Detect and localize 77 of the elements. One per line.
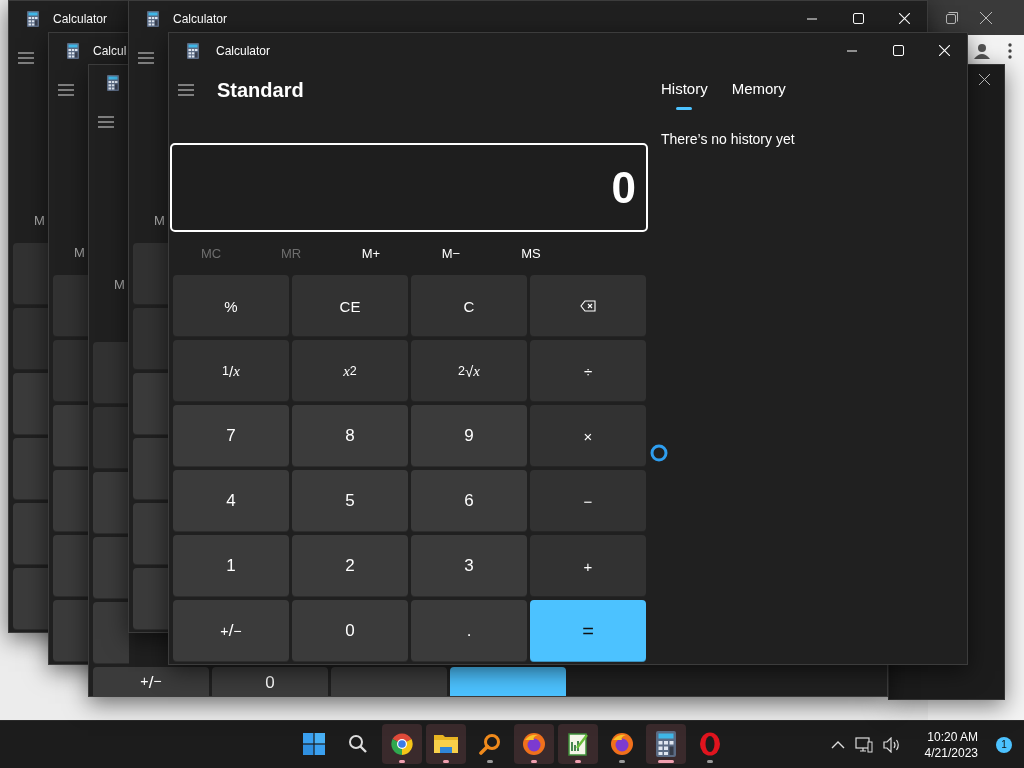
calculator-icon xyxy=(187,42,199,59)
restore-icon[interactable] xyxy=(946,11,958,24)
close-icon[interactable] xyxy=(979,74,990,85)
maximize-icon[interactable] xyxy=(892,45,904,56)
panel-tab[interactable]: Memory xyxy=(731,68,786,110)
calculator-icon xyxy=(147,10,159,27)
clock[interactable]: 10:20 AM 4/21/2023 xyxy=(924,728,978,761)
network-icon[interactable] xyxy=(854,736,873,753)
menu-icon[interactable] xyxy=(178,84,194,96)
browser-icon xyxy=(610,732,634,756)
empty-history-message: There’s no history yet xyxy=(661,130,796,148)
menu-icon[interactable] xyxy=(18,52,34,64)
window-title: Calculator xyxy=(173,11,228,26)
key-button[interactable]: C xyxy=(411,275,527,337)
mode-title: Standard xyxy=(217,78,304,102)
start-icon xyxy=(303,733,325,755)
person-icon[interactable] xyxy=(974,43,990,59)
key-button[interactable]: . xyxy=(411,600,527,662)
taskbar-button[interactable] xyxy=(514,724,554,764)
memory-button[interactable]: M− xyxy=(411,238,491,268)
panel-tab[interactable]: History xyxy=(661,68,708,110)
browser-icon xyxy=(390,732,414,756)
minimize-icon[interactable] xyxy=(847,49,857,52)
key-button[interactable]: 6 xyxy=(411,470,527,532)
window-title: Calculator xyxy=(216,43,271,58)
key-button[interactable]: + xyxy=(530,535,646,597)
taskbar-button[interactable] xyxy=(426,724,466,764)
browser-icon xyxy=(522,732,546,756)
minimize-icon[interactable] xyxy=(807,17,817,20)
window-title: Calculator xyxy=(53,11,108,26)
notification-badge[interactable]: 1 xyxy=(996,736,1012,753)
key-button[interactable]: 1 xyxy=(173,535,289,597)
taskbar-button[interactable] xyxy=(382,724,422,764)
chevron-up-icon[interactable] xyxy=(830,739,845,750)
memory-button[interactable]: MS xyxy=(491,238,571,268)
backspace-icon xyxy=(580,300,596,312)
maximize-icon[interactable] xyxy=(852,13,864,24)
key-button[interactable]: × xyxy=(530,405,646,467)
calculator-icon xyxy=(107,74,119,91)
volume-icon[interactable] xyxy=(882,736,901,753)
key-button[interactable]: 7 xyxy=(173,405,289,467)
folder-icon xyxy=(433,733,459,755)
memory-label: M xyxy=(73,244,86,262)
magnifier-icon xyxy=(479,733,501,755)
menu-icon[interactable] xyxy=(138,52,154,64)
browser-icon xyxy=(699,732,721,756)
key-button[interactable]: 3 xyxy=(411,535,527,597)
calculator-icon xyxy=(656,731,676,757)
key-button[interactable]: 4 xyxy=(173,470,289,532)
key-button[interactable]: CE xyxy=(292,275,408,337)
more-icon[interactable] xyxy=(1008,43,1012,59)
key-button[interactable]: 0 xyxy=(212,667,328,696)
key-button[interactable]: 2 xyxy=(292,535,408,597)
key-button[interactable]: 5 xyxy=(292,470,408,532)
key-button[interactable]: = xyxy=(530,600,646,662)
window-title: Calcul xyxy=(93,43,127,58)
taskbar-button[interactable] xyxy=(646,724,686,764)
search-icon xyxy=(348,734,368,754)
menu-icon[interactable] xyxy=(58,84,74,96)
key-button[interactable]: 9 xyxy=(411,405,527,467)
taskbar-button[interactable] xyxy=(558,724,598,764)
key-button[interactable]: − xyxy=(530,470,646,532)
result-display: 0 xyxy=(170,143,648,232)
memory-label: M xyxy=(153,212,166,230)
document-icon xyxy=(567,732,589,756)
key-button[interactable]: 0 xyxy=(292,600,408,662)
menu-icon[interactable] xyxy=(98,116,114,128)
memory-button[interactable]: M+ xyxy=(331,238,411,268)
key-button[interactable]: ÷ xyxy=(530,340,646,402)
busy-cursor-icon xyxy=(650,444,668,462)
memory-label: M xyxy=(33,212,46,230)
key-button[interactable]: 8 xyxy=(292,405,408,467)
calculator-icon xyxy=(27,10,39,27)
close-icon[interactable] xyxy=(980,11,992,24)
key-button[interactable]: % xyxy=(173,275,289,337)
memory-label: M xyxy=(113,276,126,294)
calculator-icon xyxy=(67,42,79,59)
